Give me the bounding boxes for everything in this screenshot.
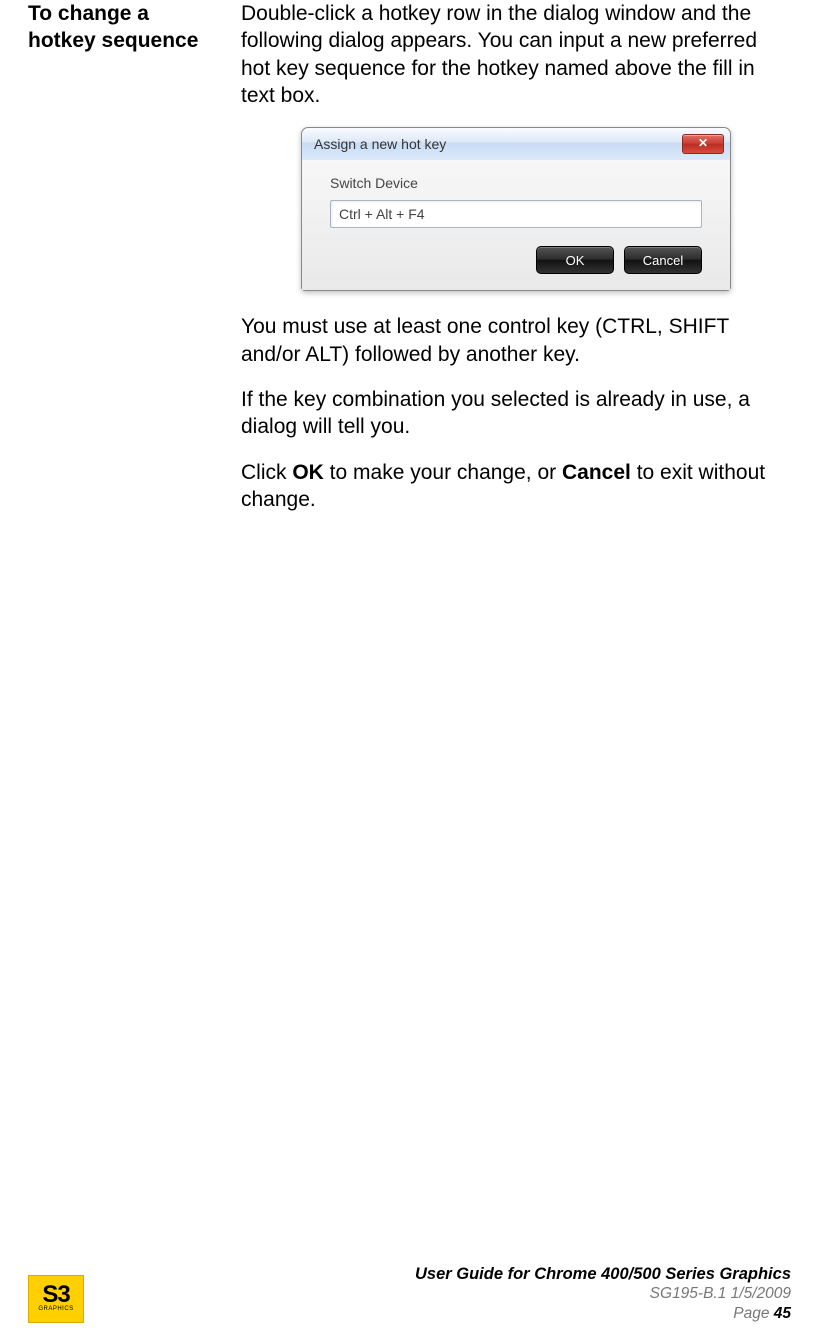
section-heading: To change a hotkey sequence bbox=[28, 0, 213, 55]
dialog-screenshot: Assign a new hot key ✕ Switch Device OK … bbox=[241, 127, 791, 291]
page-number: 45 bbox=[774, 1305, 791, 1322]
logo-subtext: GRAPHICS bbox=[38, 1306, 73, 1314]
hotkey-input[interactable] bbox=[330, 200, 702, 228]
page-footer: S3 GRAPHICS User Guide for Chrome 400/50… bbox=[0, 1264, 819, 1323]
s3-logo: S3 GRAPHICS bbox=[28, 1275, 84, 1323]
paragraph-control-key: You must use at least one control key (C… bbox=[241, 313, 791, 368]
ok-button[interactable]: OK bbox=[536, 246, 614, 274]
close-button[interactable]: ✕ bbox=[682, 134, 724, 154]
footer-pageline: Page 45 bbox=[415, 1304, 791, 1323]
logo-text: S3 bbox=[42, 1284, 69, 1306]
text-fragment: to make your change, or bbox=[324, 461, 562, 484]
text-fragment: Click bbox=[241, 461, 292, 484]
paragraph-confirm: Click OK to make your change, or Cancel … bbox=[241, 459, 791, 514]
page-word: Page bbox=[733, 1305, 774, 1322]
cancel-button[interactable]: Cancel bbox=[624, 246, 702, 274]
cancel-text-bold: Cancel bbox=[562, 461, 631, 484]
footer-docline: SG195-B.1 1/5/2009 bbox=[415, 1284, 791, 1303]
assign-hotkey-dialog: Assign a new hot key ✕ Switch Device OK … bbox=[301, 127, 731, 291]
dialog-body: Switch Device OK Cancel bbox=[302, 160, 730, 290]
dialog-title: Assign a new hot key bbox=[314, 135, 446, 153]
hotkey-name-label: Switch Device bbox=[330, 174, 702, 192]
ok-text-bold: OK bbox=[292, 461, 324, 484]
paragraph-intro: Double-click a hotkey row in the dialog … bbox=[241, 0, 791, 109]
close-icon: ✕ bbox=[698, 136, 708, 152]
paragraph-inuse: If the key combination you selected is a… bbox=[241, 386, 791, 441]
footer-title: User Guide for Chrome 400/500 Series Gra… bbox=[415, 1264, 791, 1285]
dialog-titlebar: Assign a new hot key ✕ bbox=[302, 128, 730, 160]
